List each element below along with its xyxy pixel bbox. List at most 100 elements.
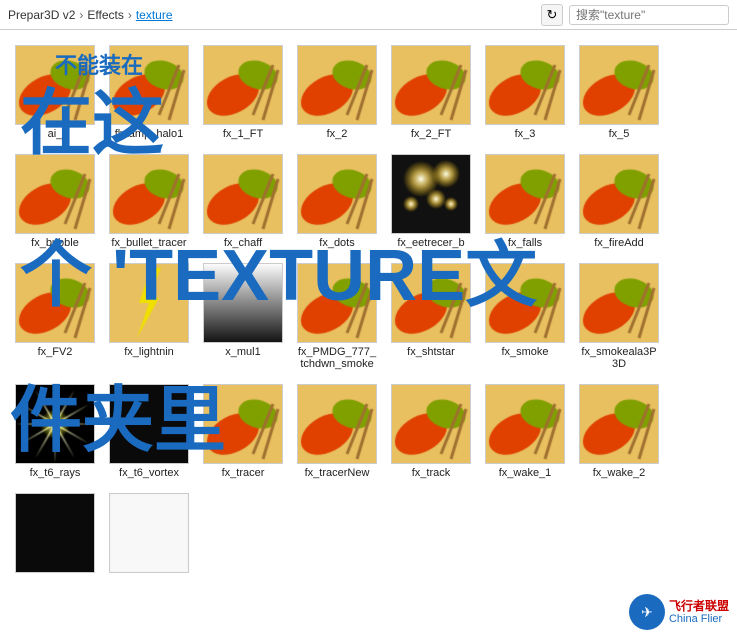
- file-thumbnail: [297, 154, 377, 234]
- file-thumbnail: [109, 45, 189, 125]
- file-item[interactable]: fx_lightnin: [104, 258, 194, 375]
- file-thumbnail: [485, 263, 565, 343]
- file-thumbnail: [203, 263, 283, 343]
- file-item[interactable]: fx_tracer: [198, 379, 288, 484]
- file-thumbnail: [485, 154, 565, 234]
- file-thumbnail: [203, 45, 283, 125]
- file-thumbnail: [15, 45, 95, 125]
- search-box[interactable]: [569, 5, 729, 25]
- file-thumbnail: [15, 263, 95, 343]
- file-thumbnail: [15, 384, 95, 464]
- file-thumbnail: [109, 493, 189, 573]
- file-name-label: fx_tracer: [222, 467, 265, 479]
- file-thumbnail: [579, 384, 659, 464]
- watermark-text-block: 飞行者联盟 China Flier: [669, 599, 729, 625]
- file-item[interactable]: fx_1_FT: [198, 40, 288, 145]
- file-thumbnail: [391, 384, 471, 464]
- file-item[interactable]: fx_fireAdd: [574, 149, 664, 254]
- file-item[interactable]: fx_3: [480, 40, 570, 145]
- file-item[interactable]: fx_chaff: [198, 149, 288, 254]
- file-item[interactable]: fx_t6_vortex: [104, 379, 194, 484]
- file-name-label: fx_fireAdd: [594, 237, 644, 249]
- file-name-label: fx_shtstar: [407, 346, 455, 358]
- file-item[interactable]: fx_5: [574, 40, 664, 145]
- file-item[interactable]: fx_wake_2: [574, 379, 664, 484]
- breadcrumb-effects[interactable]: Effects: [87, 8, 123, 22]
- file-name-label: fx_2_FT: [411, 128, 451, 140]
- file-thumbnail: [109, 384, 189, 464]
- file-name-label: fx_wake_1: [499, 467, 552, 479]
- file-thumbnail: [203, 154, 283, 234]
- file-thumbnail: [391, 154, 471, 234]
- file-thumbnail: [109, 263, 189, 343]
- content-area: ai_flytamp_halo1fx_1_FTfx_2fx_2_FTfx_3fx…: [0, 30, 737, 638]
- file-thumbnail: [579, 263, 659, 343]
- file-thumbnail: [109, 154, 189, 234]
- breadcrumb-texture[interactable]: texture: [136, 8, 173, 22]
- file-thumbnail: [203, 384, 283, 464]
- breadcrumb-prepar3d[interactable]: Prepar3D v2: [8, 8, 75, 22]
- sep1: ›: [79, 8, 83, 22]
- file-name-label: fx_bubble: [31, 237, 79, 249]
- file-name-label: ai_: [48, 128, 63, 140]
- file-item[interactable]: fx_dots: [292, 149, 382, 254]
- file-item[interactable]: [10, 488, 100, 581]
- file-name-label: fx_1_FT: [223, 128, 263, 140]
- search-input[interactable]: [576, 8, 696, 22]
- watermark: ✈ 飞行者联盟 China Flier: [629, 594, 729, 630]
- watermark-line1: 飞行者联盟: [669, 599, 729, 613]
- file-item[interactable]: fx_tracerNew: [292, 379, 382, 484]
- file-item[interactable]: fx_2: [292, 40, 382, 145]
- file-name-label: fx_lightnin: [124, 346, 174, 358]
- file-thumbnail: [485, 384, 565, 464]
- file-name-label: fx_2: [327, 128, 348, 140]
- file-name-label: fx_tracerNew: [305, 467, 370, 479]
- file-item[interactable]: fx_shtstar: [386, 258, 476, 375]
- file-name-label: x_mul1: [225, 346, 260, 358]
- file-grid: ai_flytamp_halo1fx_1_FTfx_2fx_2_FTfx_3fx…: [0, 30, 737, 638]
- file-item[interactable]: fx_smokeala3P3D: [574, 258, 664, 375]
- file-item[interactable]: fx_smoke: [480, 258, 570, 375]
- file-name-label: fx_3: [515, 128, 536, 140]
- file-name-label: fx_t6_rays: [30, 467, 81, 479]
- file-thumbnail: [579, 154, 659, 234]
- file-item[interactable]: flytamp_halo1: [104, 40, 194, 145]
- file-item[interactable]: fx_track: [386, 379, 476, 484]
- file-thumbnail: [15, 493, 95, 573]
- file-thumbnail: [297, 263, 377, 343]
- file-name-label: fx_chaff: [224, 237, 262, 249]
- file-item[interactable]: fx_2_FT: [386, 40, 476, 145]
- file-name-label: fx_eetrecer_b: [397, 237, 464, 249]
- file-item[interactable]: fx_falls: [480, 149, 570, 254]
- file-thumbnail: [391, 45, 471, 125]
- file-item[interactable]: fx_bullet_tracer: [104, 149, 194, 254]
- file-item[interactable]: fx_eetrecer_b: [386, 149, 476, 254]
- file-thumbnail: [485, 45, 565, 125]
- watermark-logo: ✈: [629, 594, 665, 630]
- file-item[interactable]: fx_t6_rays: [10, 379, 100, 484]
- file-thumbnail: [297, 384, 377, 464]
- file-item[interactable]: fx_FV2: [10, 258, 100, 375]
- file-name-label: fx_5: [609, 128, 630, 140]
- file-thumbnail: [15, 154, 95, 234]
- file-item[interactable]: x_mul1: [198, 258, 288, 375]
- file-item[interactable]: fx_wake_1: [480, 379, 570, 484]
- refresh-button[interactable]: ↻: [541, 4, 563, 26]
- file-thumbnail: [579, 45, 659, 125]
- file-item[interactable]: [104, 488, 194, 581]
- address-bar: Prepar3D v2 › Effects › texture ↻: [0, 0, 737, 30]
- file-name-label: fx_smokeala3P3D: [579, 346, 659, 370]
- file-thumbnail: [391, 263, 471, 343]
- file-item[interactable]: fx_bubble: [10, 149, 100, 254]
- file-name-label: fx_dots: [319, 237, 354, 249]
- file-item[interactable]: fx_PMDG_777_tchdwn_smoke: [292, 258, 382, 375]
- file-name-label: fx_smoke: [501, 346, 548, 358]
- file-name-label: fx_PMDG_777_tchdwn_smoke: [297, 346, 377, 370]
- sep2: ›: [128, 8, 132, 22]
- file-item[interactable]: ai_: [10, 40, 100, 145]
- watermark-line2: China Flier: [669, 613, 729, 625]
- file-name-label: flytamp_halo1: [115, 128, 184, 140]
- breadcrumb[interactable]: Prepar3D v2 › Effects › texture: [8, 8, 535, 22]
- file-thumbnail: [297, 45, 377, 125]
- file-name-label: fx_falls: [508, 237, 542, 249]
